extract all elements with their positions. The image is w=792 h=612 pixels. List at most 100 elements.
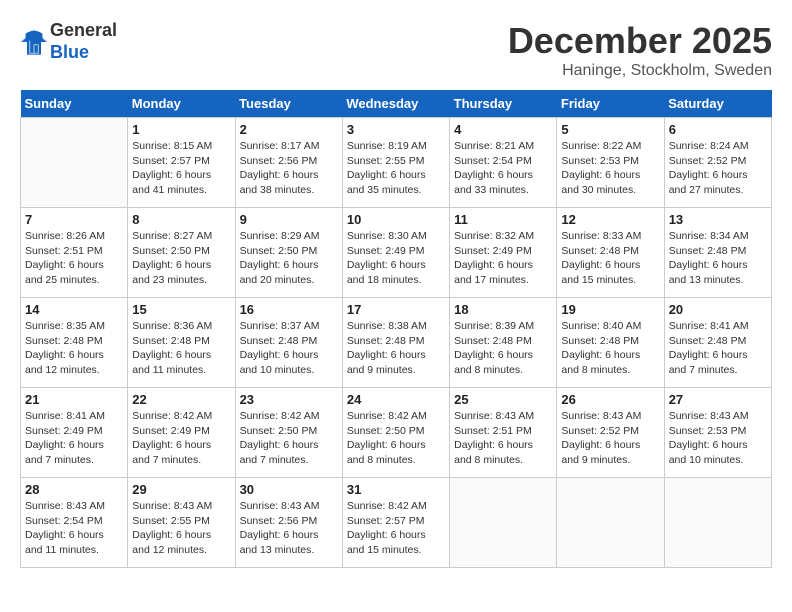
calendar-cell: 20Sunrise: 8:41 AMSunset: 2:48 PMDayligh… — [664, 298, 771, 388]
page-header: General Blue December 2025 Haninge, Stoc… — [20, 20, 772, 80]
logo-icon — [20, 28, 48, 56]
day-number: 27 — [669, 392, 767, 407]
day-info: Sunrise: 8:42 AMSunset: 2:50 PMDaylight:… — [240, 409, 338, 468]
day-info: Sunrise: 8:39 AMSunset: 2:48 PMDaylight:… — [454, 319, 552, 378]
day-info: Sunrise: 8:37 AMSunset: 2:48 PMDaylight:… — [240, 319, 338, 378]
header-monday: Monday — [128, 90, 235, 118]
day-number: 22 — [132, 392, 230, 407]
calendar-cell: 17 Sunrise: 8:38 AMSunset: 2:48 PMDayligh… — [342, 298, 449, 388]
day-number: 16 — [240, 302, 338, 317]
day-number: 18 — [454, 302, 552, 317]
calendar-cell: 21 Sunrise: 8:41 AMSunset: 2:49 PMDayligh… — [21, 388, 128, 478]
day-info: Sunrise: 8:42 AMSunset: 2:50 PMDaylight:… — [347, 409, 445, 468]
day-number: 3 — [347, 122, 445, 137]
calendar-cell: 4 Sunrise: 8:21 AMSunset: 2:54 PMDaylight… — [450, 118, 557, 208]
calendar-cell: 29Sunrise: 8:43 AMSunset: 2:55 PMDayligh… — [128, 478, 235, 568]
day-info: Sunrise: 8:42 AMSunset: 2:49 PMDaylight:… — [132, 409, 230, 468]
day-info: Sunrise: 8:38 AMSunset: 2:48 PMDaylight:… — [347, 319, 445, 378]
day-info: Sunrise: 8:42 AMSunset: 2:57 PMDaylight:… — [347, 499, 445, 558]
header-wednesday: Wednesday — [342, 90, 449, 118]
day-number: 7 — [25, 212, 123, 227]
day-info: Sunrise: 8:22 AMSunset: 2:53 PMDaylight:… — [561, 139, 659, 198]
day-number: 4 — [454, 122, 552, 137]
day-info: Sunrise: 8:32 AMSunset: 2:49 PMDaylight:… — [454, 229, 552, 288]
day-number: 12 — [561, 212, 659, 227]
calendar-week-row: 14Sunrise: 8:35 AMSunset: 2:48 PMDayligh… — [21, 298, 772, 388]
calendar-cell: 3 Sunrise: 8:19 AMSunset: 2:55 PMDaylight… — [342, 118, 449, 208]
day-number: 14 — [25, 302, 123, 317]
calendar-cell: 22 Sunrise: 8:42 AMSunset: 2:49 PMDayligh… — [128, 388, 235, 478]
day-number: 17 — [347, 302, 445, 317]
calendar-cell: 6Sunrise: 8:24 AMSunset: 2:52 PMDaylight… — [664, 118, 771, 208]
location: Haninge, Stockholm, Sweden — [508, 62, 772, 80]
day-info: Sunrise: 8:40 AMSunset: 2:48 PMDaylight:… — [561, 319, 659, 378]
calendar-cell: 1 Sunrise: 8:15 AMSunset: 2:57 PMDaylight… — [128, 118, 235, 208]
day-info: Sunrise: 8:29 AMSunset: 2:50 PMDaylight:… — [240, 229, 338, 288]
day-info: Sunrise: 8:17 AMSunset: 2:56 PMDaylight:… — [240, 139, 338, 198]
calendar-cell: 12 Sunrise: 8:33 AMSunset: 2:48 PMDayligh… — [557, 208, 664, 298]
calendar-table: SundayMondayTuesdayWednesdayThursdayFrid… — [20, 90, 772, 568]
day-info: Sunrise: 8:30 AMSunset: 2:49 PMDaylight:… — [347, 229, 445, 288]
calendar-header-row: SundayMondayTuesdayWednesdayThursdayFrid… — [21, 90, 772, 118]
calendar-cell — [450, 478, 557, 568]
day-info: Sunrise: 8:33 AMSunset: 2:48 PMDaylight:… — [561, 229, 659, 288]
month-title: December 2025 — [508, 20, 772, 62]
logo: General Blue — [20, 20, 117, 63]
calendar-cell: 11 Sunrise: 8:32 AMSunset: 2:49 PMDayligh… — [450, 208, 557, 298]
calendar-cell: 19 Sunrise: 8:40 AMSunset: 2:48 PMDayligh… — [557, 298, 664, 388]
calendar-week-row: 21 Sunrise: 8:41 AMSunset: 2:49 PMDayligh… — [21, 388, 772, 478]
day-number: 21 — [25, 392, 123, 407]
day-number: 19 — [561, 302, 659, 317]
day-info: Sunrise: 8:41 AMSunset: 2:48 PMDaylight:… — [669, 319, 767, 378]
calendar-cell: 13Sunrise: 8:34 AMSunset: 2:48 PMDayligh… — [664, 208, 771, 298]
calendar-cell: 2 Sunrise: 8:17 AMSunset: 2:56 PMDaylight… — [235, 118, 342, 208]
header-friday: Friday — [557, 90, 664, 118]
day-info: Sunrise: 8:43 AMSunset: 2:52 PMDaylight:… — [561, 409, 659, 468]
calendar-week-row: 7Sunrise: 8:26 AMSunset: 2:51 PMDaylight… — [21, 208, 772, 298]
calendar-cell: 24 Sunrise: 8:42 AMSunset: 2:50 PMDayligh… — [342, 388, 449, 478]
day-number: 9 — [240, 212, 338, 227]
day-info: Sunrise: 8:15 AMSunset: 2:57 PMDaylight:… — [132, 139, 230, 198]
day-number: 15 — [132, 302, 230, 317]
day-number: 11 — [454, 212, 552, 227]
calendar-week-row: 1 Sunrise: 8:15 AMSunset: 2:57 PMDaylight… — [21, 118, 772, 208]
calendar-cell: 16 Sunrise: 8:37 AMSunset: 2:48 PMDayligh… — [235, 298, 342, 388]
day-number: 24 — [347, 392, 445, 407]
day-info: Sunrise: 8:21 AMSunset: 2:54 PMDaylight:… — [454, 139, 552, 198]
calendar-cell: 25Sunrise: 8:43 AMSunset: 2:51 PMDayligh… — [450, 388, 557, 478]
calendar-cell: 18 Sunrise: 8:39 AMSunset: 2:48 PMDayligh… — [450, 298, 557, 388]
title-block: December 2025 Haninge, Stockholm, Sweden — [508, 20, 772, 80]
header-thursday: Thursday — [450, 90, 557, 118]
day-number: 28 — [25, 482, 123, 497]
calendar-cell: 23Sunrise: 8:42 AMSunset: 2:50 PMDayligh… — [235, 388, 342, 478]
calendar-cell: 27 Sunrise: 8:43 AMSunset: 2:53 PMDayligh… — [664, 388, 771, 478]
day-info: Sunrise: 8:19 AMSunset: 2:55 PMDaylight:… — [347, 139, 445, 198]
calendar-cell: 15 Sunrise: 8:36 AMSunset: 2:48 PMDayligh… — [128, 298, 235, 388]
header-sunday: Sunday — [21, 90, 128, 118]
calendar-cell: 31 Sunrise: 8:42 AMSunset: 2:57 PMDayligh… — [342, 478, 449, 568]
day-number: 30 — [240, 482, 338, 497]
calendar-cell: 28 Sunrise: 8:43 AMSunset: 2:54 PMDayligh… — [21, 478, 128, 568]
day-number: 2 — [240, 122, 338, 137]
day-info: Sunrise: 8:24 AMSunset: 2:52 PMDaylight:… — [669, 139, 767, 198]
calendar-cell: 26Sunrise: 8:43 AMSunset: 2:52 PMDayligh… — [557, 388, 664, 478]
day-number: 29 — [132, 482, 230, 497]
day-number: 31 — [347, 482, 445, 497]
calendar-cell: 10 Sunrise: 8:30 AMSunset: 2:49 PMDayligh… — [342, 208, 449, 298]
header-tuesday: Tuesday — [235, 90, 342, 118]
calendar-cell: 9 Sunrise: 8:29 AMSunset: 2:50 PMDaylight… — [235, 208, 342, 298]
logo-blue-text: Blue — [50, 42, 89, 62]
calendar-cell: 14Sunrise: 8:35 AMSunset: 2:48 PMDayligh… — [21, 298, 128, 388]
day-number: 10 — [347, 212, 445, 227]
calendar-cell: 8Sunrise: 8:27 AMSunset: 2:50 PMDaylight… — [128, 208, 235, 298]
day-info: Sunrise: 8:34 AMSunset: 2:48 PMDaylight:… — [669, 229, 767, 288]
day-info: Sunrise: 8:41 AMSunset: 2:49 PMDaylight:… — [25, 409, 123, 468]
logo-general-text: General — [50, 20, 117, 40]
day-info: Sunrise: 8:43 AMSunset: 2:53 PMDaylight:… — [669, 409, 767, 468]
calendar-week-row: 28 Sunrise: 8:43 AMSunset: 2:54 PMDayligh… — [21, 478, 772, 568]
day-info: Sunrise: 8:43 AMSunset: 2:54 PMDaylight:… — [25, 499, 123, 558]
day-info: Sunrise: 8:36 AMSunset: 2:48 PMDaylight:… — [132, 319, 230, 378]
day-number: 1 — [132, 122, 230, 137]
calendar-cell — [557, 478, 664, 568]
day-number: 8 — [132, 212, 230, 227]
